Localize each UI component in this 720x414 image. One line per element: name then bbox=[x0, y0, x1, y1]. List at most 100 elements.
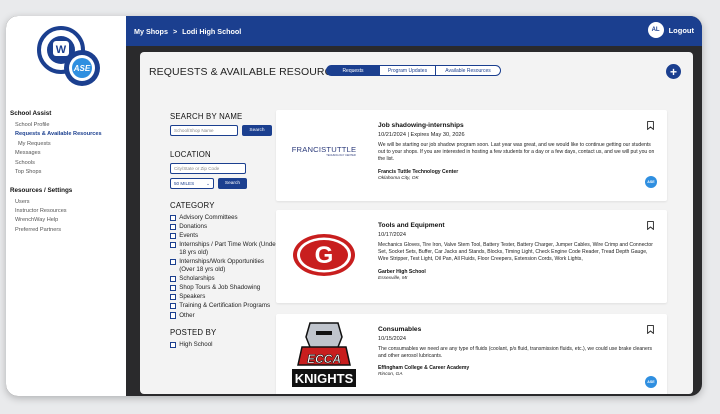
sidebar-item-instructor-resources[interactable]: Instructor Resources bbox=[15, 208, 123, 214]
category-label: Speakers bbox=[179, 293, 206, 301]
card-description: The consumables we need are any type of … bbox=[378, 346, 653, 360]
avatar[interactable]: AL bbox=[647, 22, 664, 38]
add-request-button[interactable]: + bbox=[666, 64, 681, 79]
garber-logo: G bbox=[282, 228, 366, 282]
checkbox[interactable] bbox=[170, 214, 177, 221]
category-heading: CATEGORY bbox=[170, 201, 215, 210]
checkbox[interactable] bbox=[170, 223, 177, 231]
school-search-input[interactable]: School/Shop Name bbox=[170, 125, 238, 136]
distance-select[interactable]: 50 MILES ⌄ bbox=[170, 178, 214, 189]
tab-bar: Requests Program Updates Available Resou… bbox=[326, 65, 501, 76]
resource-card[interactable]: G Tools and Equipment 10/17/2024 Mechani… bbox=[276, 210, 667, 303]
posted-by-heading: POSTED BY bbox=[170, 328, 217, 338]
category-label: Internships / Part Time Work (Under 18 y… bbox=[179, 241, 278, 257]
category-internships-under-18[interactable]: Internships / Part Time Work (Under 18 y… bbox=[170, 241, 278, 256]
sidebar-item-wrenchway-help[interactable]: WrenchWay Help bbox=[15, 217, 123, 223]
resource-card[interactable]: ECCA KNIGHTS Consumables 10/15/2024 The … bbox=[276, 314, 667, 394]
ase-badge-icon: ASE bbox=[645, 176, 657, 188]
category-label: Internships/Work Opportunities (Over 18 … bbox=[179, 258, 265, 273]
logo-w-text: W bbox=[56, 44, 67, 56]
plus-icon: + bbox=[669, 64, 677, 79]
checkbox[interactable] bbox=[170, 284, 177, 292]
bookmark-icon[interactable] bbox=[647, 325, 654, 334]
sidebar-item-users[interactable]: Users bbox=[15, 199, 123, 205]
bookmark-icon[interactable] bbox=[647, 121, 654, 130]
category-label: Scholarships bbox=[179, 274, 215, 282]
card-location: Rincon, GA bbox=[378, 372, 403, 378]
category-label: Other bbox=[179, 311, 195, 319]
main-panel: REQUESTS & AVAILABLE RESOURCES Requests … bbox=[140, 52, 693, 394]
sidebar-nav: School Assist School Profile Requests & … bbox=[10, 110, 123, 236]
checkbox[interactable] bbox=[170, 312, 177, 319]
ecca-knights-logo: ECCA KNIGHTS bbox=[282, 316, 366, 394]
category-label: Donations bbox=[179, 223, 208, 231]
card-title[interactable]: Tools and Equipment bbox=[378, 222, 657, 229]
logo-letter: G bbox=[315, 242, 334, 269]
card-description: We will be starting our job shadow progr… bbox=[378, 142, 655, 163]
logout-area[interactable]: AL Logout bbox=[647, 22, 694, 38]
checkbox[interactable] bbox=[170, 275, 177, 282]
logo-bottom-text: KNIGHTS bbox=[295, 371, 354, 386]
checkbox[interactable] bbox=[170, 242, 177, 249]
name-search-button[interactable]: Search bbox=[242, 125, 272, 136]
sidebar-item-messages[interactable]: Messages bbox=[15, 150, 123, 156]
logout-link[interactable]: Logout bbox=[669, 26, 694, 35]
sidebar-item-school-profile[interactable]: School Profile bbox=[15, 122, 123, 128]
card-date: 10/15/2024 bbox=[378, 336, 406, 342]
chevron-down-icon: ⌄ bbox=[206, 180, 210, 186]
francis-tuttle-logo: FRANCISTUTTLE TECHNOLOGY CENTER bbox=[282, 140, 366, 162]
distance-value: 50 MILES bbox=[174, 181, 195, 186]
bookmark-icon[interactable] bbox=[647, 221, 654, 230]
sidebar-item-preferred-partners[interactable]: Preferred Partners bbox=[15, 227, 123, 233]
checkbox[interactable] bbox=[170, 233, 177, 240]
card-organization: Garber High School bbox=[378, 268, 426, 275]
logo-wordmark: FRANCISTUTTLE bbox=[291, 145, 357, 154]
location-search-button[interactable]: Search bbox=[218, 178, 247, 189]
card-title[interactable]: Job shadowing-internships bbox=[378, 122, 657, 129]
category-internships-over-18[interactable]: Internships/Work Opportunities (Over 18 … bbox=[170, 258, 278, 273]
category-scholarships[interactable]: Scholarships bbox=[170, 275, 278, 283]
tab-available-resources[interactable]: Available Resources bbox=[436, 65, 501, 76]
tab-requests[interactable]: Requests bbox=[326, 65, 380, 76]
card-date: 10/17/2024 bbox=[378, 232, 406, 238]
resource-card[interactable]: FRANCISTUTTLE TECHNOLOGY CENTER Job shad… bbox=[276, 110, 667, 201]
category-advisory-committees[interactable]: Advisory Committees bbox=[170, 214, 278, 222]
checkbox[interactable] bbox=[170, 341, 177, 349]
category-shop-tours[interactable]: Shop Tours & Job Shadowing bbox=[170, 284, 278, 292]
breadcrumb-current: Lodi High School bbox=[182, 26, 242, 36]
sidebar: W ASE School Assist School Profile Reque… bbox=[6, 16, 126, 396]
sidebar-item-schools[interactable]: Schools bbox=[15, 160, 123, 166]
ase-badge-icon: ASE bbox=[645, 376, 657, 388]
page-title: REQUESTS & AVAILABLE RESOURCES bbox=[149, 66, 347, 78]
category-other[interactable]: Other bbox=[170, 312, 278, 320]
card-location: Oklahoma City, OK bbox=[378, 175, 419, 181]
filters-panel: SEARCH BY NAME School/Shop Name Search L… bbox=[170, 112, 278, 350]
app-window: W ASE School Assist School Profile Reque… bbox=[6, 16, 702, 396]
category-speakers[interactable]: Speakers bbox=[170, 293, 278, 301]
breadcrumb-my-shops[interactable]: My Shops bbox=[134, 27, 168, 36]
nav-section-school-assist: School Assist bbox=[10, 110, 52, 117]
card-description: Mechanics Gloves, Tire Iron, Valve Stem … bbox=[378, 242, 653, 263]
checkbox[interactable] bbox=[170, 294, 177, 301]
card-location: Essexville, MI bbox=[378, 275, 408, 281]
logo-ase-text: ASE bbox=[73, 64, 91, 73]
wrenchway-ase-logo[interactable]: W ASE bbox=[36, 26, 102, 88]
top-bar: My Shops > Lodi High School AL Logout bbox=[126, 16, 702, 46]
checkbox[interactable] bbox=[170, 258, 177, 266]
sidebar-item-top-shops[interactable]: Top Shops bbox=[15, 169, 123, 175]
category-donations[interactable]: Donations bbox=[170, 223, 278, 231]
card-title[interactable]: Consumables bbox=[378, 326, 657, 333]
posted-by-high-school[interactable]: High School bbox=[170, 341, 278, 349]
sidebar-item-my-requests[interactable]: My Requests bbox=[18, 141, 123, 147]
location-heading: LOCATION bbox=[170, 150, 211, 159]
card-organization: Effingham College & Career Academy bbox=[378, 365, 470, 372]
category-label: Events bbox=[179, 232, 199, 240]
category-events[interactable]: Events bbox=[170, 232, 278, 240]
tab-program-updates[interactable]: Program Updates bbox=[380, 65, 436, 76]
sidebar-item-requests-resources[interactable]: Requests & Available Resources bbox=[15, 131, 123, 137]
checkbox[interactable] bbox=[170, 303, 177, 310]
location-input[interactable]: City/State or Zip Code bbox=[170, 163, 246, 174]
category-training-certification[interactable]: Training & Certification Programs bbox=[170, 302, 278, 310]
logo-subtext: TECHNOLOGY CENTER bbox=[326, 154, 356, 157]
logo-top-text: ECCA bbox=[307, 352, 341, 366]
